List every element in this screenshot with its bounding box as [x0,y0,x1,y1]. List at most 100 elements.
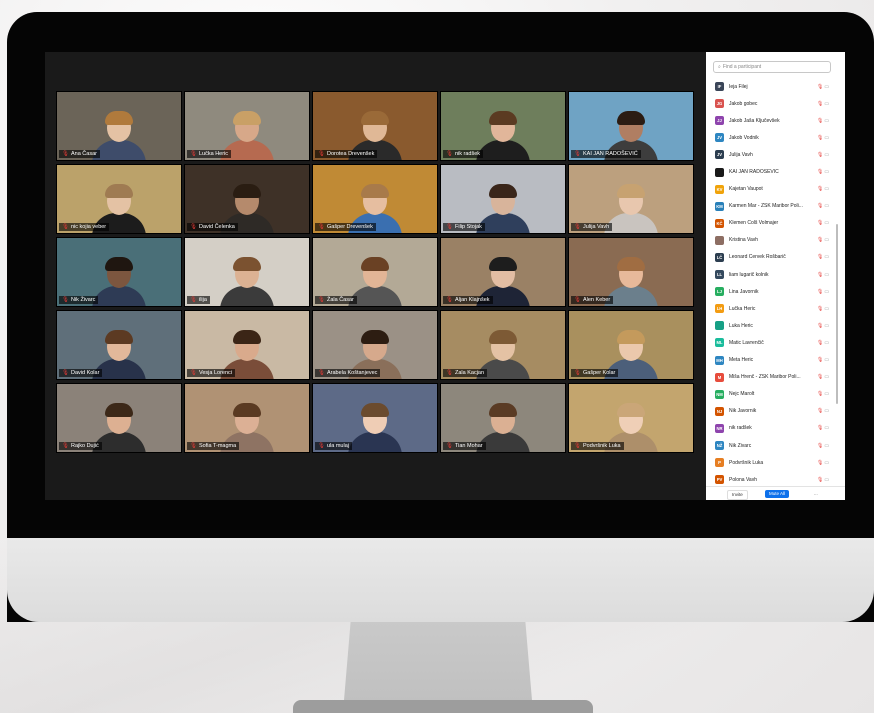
avatar: JG [715,99,724,109]
participant-name: Meta Heric [729,357,754,364]
participant-row[interactable]: IF Ieja Filej 🎙︎▭ [706,78,836,95]
video-participant-name: Aljan Klajnšek [454,297,490,303]
muted-mic-icon: 🎙︎ [318,443,325,449]
participant-row[interactable]: KV Kajetan Vaupot 🎙︎▭ [706,181,836,198]
participant-row[interactable]: KM Karmen Mar - ZŠK Maribor Poli... 🎙︎▭ [706,198,836,215]
participant-row[interactable]: KČ Klemen Čolš Volmajer 🎙︎▭ [706,215,836,232]
video-tile[interactable]: 🎙︎ Lučka Heric [184,91,310,161]
video-tile[interactable]: 🎙︎ nic kojia veber [56,164,182,234]
video-tile[interactable]: 🎙︎ Filip Stojak [440,164,566,234]
video-camera-icon: ▭ [824,151,830,158]
participant-row[interactable]: NŽ Nik Živarc 🎙︎▭ [706,437,836,454]
more-options-button[interactable]: ... [810,490,822,498]
video-tile[interactable]: 🎙︎ Alen Keber [568,237,694,307]
participant-list-scrollbar[interactable] [836,224,838,404]
video-tile[interactable]: 🎙︎ Aljan Klajnšek [440,237,566,307]
participant-row[interactable]: JV Julija Vavh 🎙︎▭ [706,146,836,163]
muted-mic-icon: 🎙︎ [62,224,69,230]
muted-mic-icon: 🎙︎ [817,151,824,158]
video-name-tag: 🎙︎ Arabela Koštanjevec [315,369,381,377]
muted-mic-icon: 🎙︎ [318,224,325,230]
participant-row[interactable]: KAI JAN RADOŠEVIĆ 🎙︎▭ [706,163,836,180]
avatar: NM [715,389,724,399]
video-participant-name: Rajko Dujić [70,443,99,449]
video-tile[interactable]: 🎙︎ Julija Vavh [568,164,694,234]
video-tile[interactable]: 🎙︎ nik radšek [440,91,566,161]
video-tile[interactable]: 🎙︎ David Čelenka [184,164,310,234]
video-tile[interactable]: 🎙︎ Nik Živarc [56,237,182,307]
video-camera-icon: ▭ [824,220,830,227]
video-tile[interactable]: 🎙︎ Sofia T-magma [184,383,310,453]
muted-mic-icon: 🎙︎ [817,459,824,466]
participant-row[interactable]: NM Nejc Marolt 🎙︎▭ [706,386,836,403]
video-name-tag: 🎙︎ KAI JAN RADOŠEVIĆ [571,150,641,158]
participant-row[interactable]: M Miša Hrenč - ZŠK Maribor Poli... 🎙︎▭ [706,369,836,386]
avatar: KV [715,184,724,194]
video-tile[interactable]: 🎙︎ Gašper Drevenšek [312,164,438,234]
video-tile[interactable]: 🎙︎ Podvršnik Luka [568,383,694,453]
avatar: ML [715,338,724,348]
participant-row[interactable]: NJ Nik Javornik 🎙︎▭ [706,403,836,420]
participant-row[interactable]: NR nik radšek 🎙︎▭ [706,420,836,437]
video-tile[interactable]: 🎙︎ Tian Mohar [440,383,566,453]
participant-row[interactable]: JG Jakob gobec 🎙︎▭ [706,95,836,112]
participant-row[interactable]: ML Matic Lavrenčič 🎙︎▭ [706,334,836,351]
video-tile[interactable]: 🎙︎ ilija [184,237,310,307]
search-icon: ⌕ [718,64,721,70]
video-tile[interactable]: 🎙︎ Rajko Dujić [56,383,182,453]
video-tile[interactable]: 🎙︎ Dorotea Drevenšek [312,91,438,161]
participant-row[interactable]: Kristina Vavh 🎙︎▭ [706,232,836,249]
video-tile[interactable]: 🎙︎ Zala Kacjan [440,310,566,380]
muted-mic-icon: 🎙︎ [574,370,581,376]
participant-row[interactable]: MH Meta Heric 🎙︎▭ [706,352,836,369]
video-name-tag: 🎙︎ ilija [187,296,210,304]
video-participant-name: David Čelenka [198,224,235,230]
participant-row[interactable]: LL liam lugarič kolnik 🎙︎▭ [706,266,836,283]
video-tile[interactable]: 🎙︎ Žala Časar [312,237,438,307]
video-participant-name: Tian Mohar [454,443,483,449]
muted-mic-icon: 🎙︎ [817,100,824,107]
muted-mic-icon: 🎙︎ [446,297,453,303]
participant-status-icons: 🎙︎▭ [817,323,829,329]
avatar: MH [715,355,724,365]
participant-row[interactable]: JJ Jakob Jaša Ključevšek 🎙︎▭ [706,112,836,129]
participant-status-icons: 🎙︎▭ [817,408,829,414]
participant-row[interactable]: LJ Lina Javornik 🎙︎▭ [706,283,836,300]
video-name-tag: 🎙︎ Žala Časar [315,296,357,304]
participant-row[interactable]: LČ Leonard Červek Rošbarič 🎙︎▭ [706,249,836,266]
participant-name: Julija Vavh [729,151,753,158]
participant-row[interactable]: P Podvršnik Luka 🎙︎▭ [706,454,836,471]
participant-name: Karmen Mar - ZŠK Maribor Poli... [729,203,803,210]
participant-status-icons: 🎙︎▭ [817,186,829,192]
video-tile[interactable]: 🎙︎ ula mulaj [312,383,438,453]
participant-status-icons: 🎙︎▭ [817,203,829,209]
participant-row[interactable]: LH Lučka Heric 🎙︎▭ [706,300,836,317]
avatar: IF [715,82,724,92]
video-participant-name: KAI JAN RADOŠEVIĆ [582,151,638,157]
video-name-tag: 🎙︎ Podvršnik Luka [571,442,624,450]
video-camera-icon: ▭ [824,288,830,295]
muted-mic-icon: 🎙︎ [817,357,824,364]
participant-status-icons: 🎙︎▭ [817,135,829,141]
video-tile[interactable]: 🎙︎ Ana Časar [56,91,182,161]
participant-search-input[interactable]: ⌕ Find a participant [713,61,831,73]
participant-status-icons: 🎙︎▭ [817,254,829,260]
video-camera-icon: ▭ [824,305,830,312]
video-tile[interactable]: 🎙︎ David Kolar [56,310,182,380]
muted-mic-icon: 🎙︎ [817,220,824,227]
muted-mic-icon: 🎙︎ [446,370,453,376]
invite-button[interactable]: Invite [727,490,748,500]
video-tile[interactable]: 🎙︎ Vesja Lorenci [184,310,310,380]
muted-mic-icon: 🎙︎ [446,443,453,449]
muted-mic-icon: 🎙︎ [574,443,581,449]
video-tile[interactable]: 🎙︎ Arabela Koštanjevec [312,310,438,380]
video-tile[interactable]: 🎙︎ KAI JAN RADOŠEVIĆ [568,91,694,161]
participant-row[interactable]: JV Jakob Vodnik 🎙︎▭ [706,129,836,146]
participant-status-icons: 🎙︎▭ [817,220,829,226]
participant-row[interactable]: Luka Heric 🎙︎▭ [706,317,836,334]
participant-video-figure [348,403,402,452]
mute-all-button[interactable]: Mute All [765,490,790,498]
avatar: KM [715,201,724,211]
participant-status-icons: 🎙︎▭ [817,357,829,363]
video-tile[interactable]: 🎙︎ Gašper Kolar [568,310,694,380]
